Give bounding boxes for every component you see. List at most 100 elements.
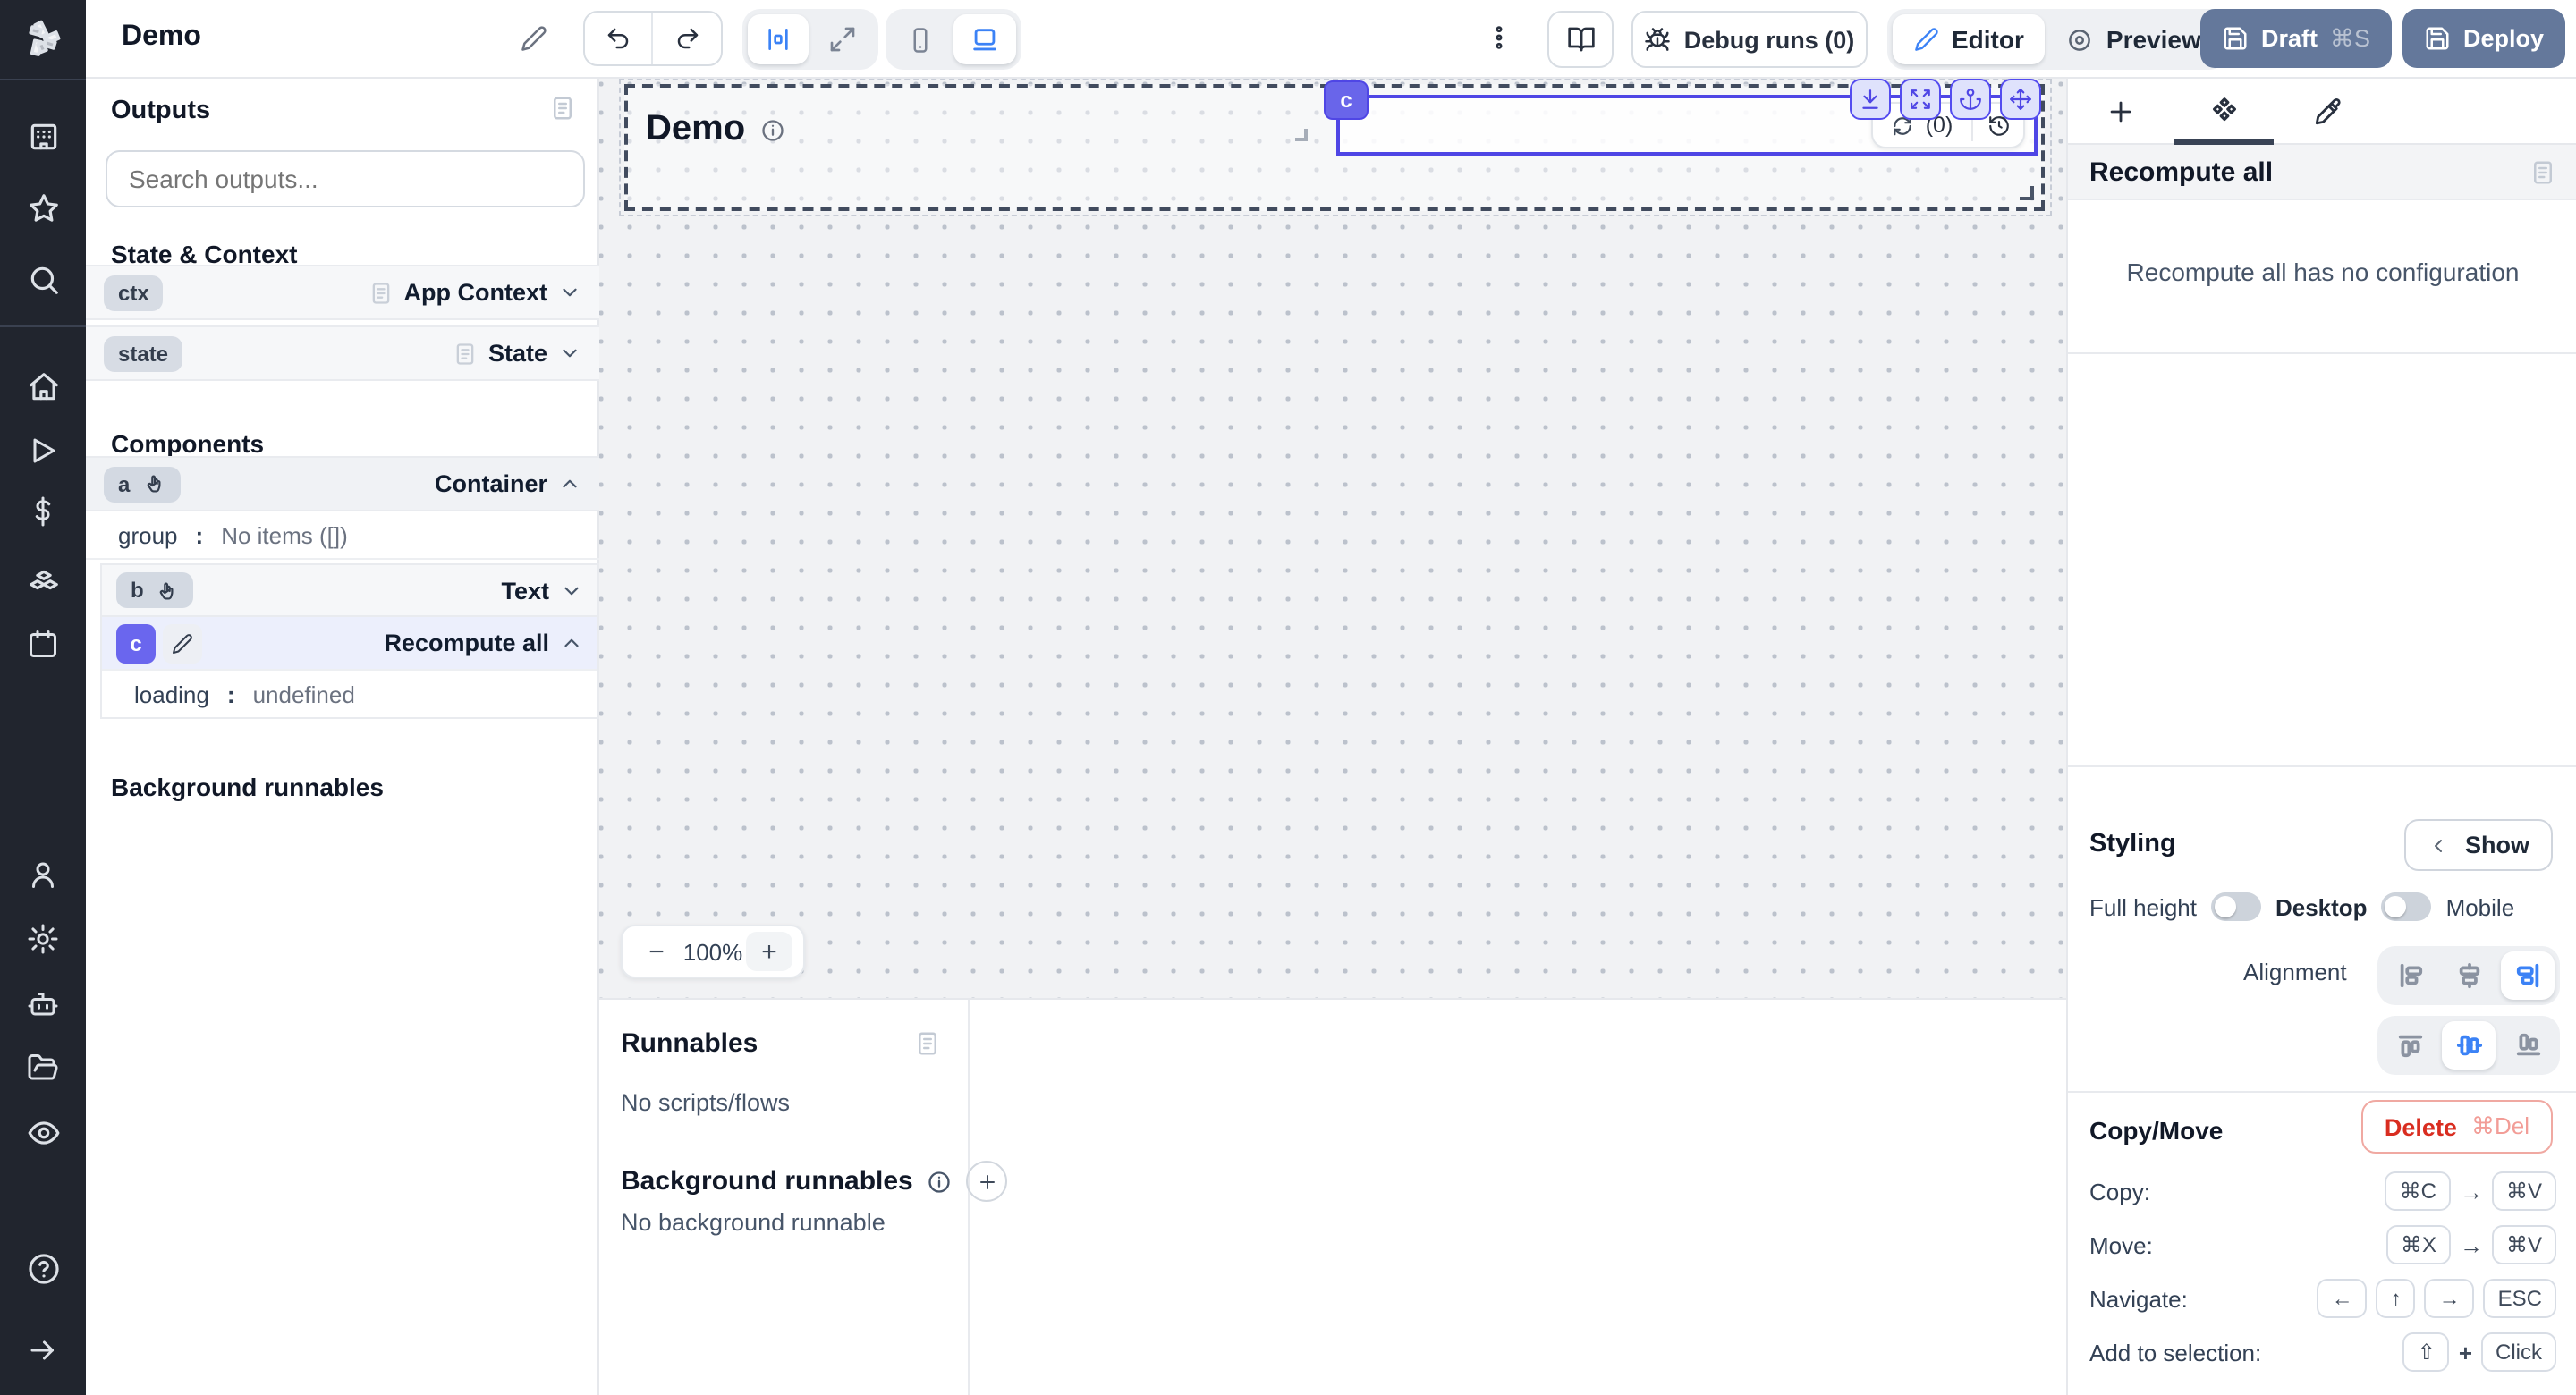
tab-editor[interactable]: Editor — [1893, 14, 2046, 64]
sidebar-item-apps[interactable] — [0, 106, 86, 166]
resize-corner[interactable] — [2020, 186, 2034, 200]
align-left-button[interactable] — [2383, 951, 2436, 1000]
align-center-h-button[interactable] — [2442, 951, 2496, 1000]
section-divider — [2068, 352, 2576, 354]
move-handle[interactable] — [2000, 79, 2041, 120]
desktop-view-button[interactable] — [953, 14, 1016, 64]
preview-circle-icon — [2067, 26, 2094, 53]
sidebar-item-resources[interactable] — [0, 547, 86, 608]
move-shortcut-row: Move: ⌘X → ⌘V — [2089, 1225, 2556, 1264]
sidebar-item-audit-logs[interactable] — [0, 1102, 86, 1162]
expand-handle[interactable] — [1900, 79, 1941, 120]
sidebar-item-users[interactable] — [0, 844, 86, 905]
centered-layout-button[interactable] — [748, 14, 809, 64]
sidebar-item-folders[interactable] — [0, 1037, 86, 1098]
loading-key: loading — [134, 681, 209, 707]
undo-button[interactable] — [585, 13, 653, 64]
draft-shortcut: ⌘S — [2330, 24, 2370, 53]
output-row-ctx[interactable]: ctx App Context — [86, 265, 599, 320]
c-badge: c — [116, 623, 156, 663]
chevron-up-icon[interactable] — [560, 631, 583, 655]
fullwidth-layout-button[interactable] — [812, 14, 873, 64]
zoom-out-button[interactable]: − — [633, 936, 680, 967]
pencil-icon[interactable] — [163, 623, 202, 663]
app-canvas[interactable]: Demo c (0) — [599, 79, 2066, 998]
component-row-c-selected[interactable]: c Recompute all — [102, 617, 597, 669]
sidebar-item-workers[interactable] — [0, 973, 86, 1034]
ctx-badge: ctx — [104, 275, 164, 310]
output-row-state[interactable]: state State — [86, 326, 599, 381]
device-mode-group — [886, 9, 1021, 70]
editor-preview-toggle: Editor Preview — [1887, 9, 2228, 70]
desktop-mobile-toggle[interactable] — [2382, 892, 2432, 921]
rail-divider — [0, 326, 86, 327]
align-bottom-button[interactable] — [2501, 1021, 2555, 1070]
sidebar-item-home[interactable] — [0, 356, 86, 417]
debug-runs-button[interactable]: Debug runs (0) — [1631, 11, 1868, 68]
arrow-right-glyph: → — [2460, 1231, 2483, 1258]
move-label: Move: — [2089, 1231, 2153, 1258]
kbd-arrow-up: ↑ — [2377, 1279, 2416, 1318]
tab-preview[interactable]: Preview — [2046, 14, 2223, 64]
draft-button[interactable]: Draft ⌘S — [2200, 9, 2392, 68]
deploy-label: Deploy — [2463, 25, 2544, 52]
copy-move-title: Copy/Move — [2089, 1116, 2223, 1145]
tab-component-settings[interactable] — [2172, 79, 2275, 143]
kbd-shift: ⇧ — [2403, 1332, 2450, 1372]
zoom-level: 100% — [683, 938, 743, 965]
show-styling-button[interactable]: Show — [2404, 819, 2553, 871]
no-scripts-text: No scripts/flows — [621, 1089, 790, 1116]
docs-book-button[interactable] — [1547, 11, 1614, 68]
sidebar-item-favorites[interactable] — [0, 177, 86, 238]
undo-redo-group — [583, 11, 723, 66]
align-right-button[interactable] — [2501, 951, 2555, 1000]
info-icon[interactable] — [759, 117, 784, 142]
component-c-tab[interactable]: c — [1324, 80, 1368, 120]
add-selection-shortcut-row: Add to selection: ⇧ + Click — [2089, 1332, 2556, 1372]
align-center-v-button[interactable] — [2442, 1021, 2496, 1070]
help-icon[interactable] — [0, 1238, 86, 1298]
panel-log-icon[interactable] — [2529, 158, 2556, 185]
debug-runs-label: Debug runs (0) — [1684, 26, 1855, 53]
chevron-up-icon[interactable] — [558, 472, 581, 495]
kebab-menu-icon[interactable] — [1485, 23, 1513, 52]
show-label: Show — [2465, 832, 2529, 858]
chevron-down-icon[interactable] — [558, 281, 581, 304]
component-row-b[interactable]: b Text — [102, 565, 597, 617]
section-divider — [2068, 765, 2576, 767]
settings-tabbar — [2068, 79, 2576, 145]
add-background-runnable-button[interactable] — [967, 1161, 1008, 1202]
expand-sidebar-icon[interactable] — [0, 1320, 86, 1381]
mobile-view-button[interactable] — [891, 14, 950, 64]
full-height-toggle[interactable] — [2211, 892, 2261, 921]
edit-title-pencil-icon[interactable] — [521, 25, 547, 52]
panel-log-icon[interactable] — [914, 1030, 941, 1057]
full-height-label: Full height — [2089, 893, 2197, 920]
chevron-down-icon[interactable] — [558, 342, 581, 365]
runnables-title: Runnables — [621, 1028, 758, 1059]
search-icon[interactable] — [0, 249, 86, 309]
background-runnables-title: Background runnables — [111, 773, 384, 801]
hand-pointer-icon — [142, 472, 165, 495]
component-row-a[interactable]: a Container — [86, 456, 599, 512]
zoom-in-button[interactable]: + — [746, 932, 792, 971]
delete-button[interactable]: Delete ⌘Del — [2361, 1100, 2553, 1154]
tab-insert-component[interactable] — [2068, 79, 2172, 143]
deploy-button[interactable]: Deploy — [2402, 9, 2565, 68]
sidebar-item-schedules[interactable] — [0, 613, 86, 674]
anchor-handle[interactable] — [1950, 79, 1991, 120]
search-outputs-input[interactable] — [106, 150, 585, 207]
navigate-shortcut-row: Navigate: ← ↑ → ESC — [2089, 1279, 2556, 1318]
sidebar-item-variables[interactable] — [0, 481, 86, 542]
expand-down-handle[interactable] — [1850, 79, 1891, 120]
align-top-button[interactable] — [2383, 1021, 2436, 1070]
sidebar-item-settings[interactable] — [0, 909, 86, 969]
panel-log-icon[interactable] — [549, 95, 576, 122]
redo-button[interactable] — [653, 13, 721, 64]
windmill-logo[interactable] — [0, 0, 86, 79]
app-title: Demo — [122, 21, 201, 54]
kbd-cmd-c: ⌘C — [2385, 1171, 2451, 1211]
chevron-down-icon[interactable] — [560, 579, 583, 602]
tab-styling[interactable] — [2275, 79, 2379, 143]
sidebar-item-runs[interactable] — [0, 420, 86, 481]
